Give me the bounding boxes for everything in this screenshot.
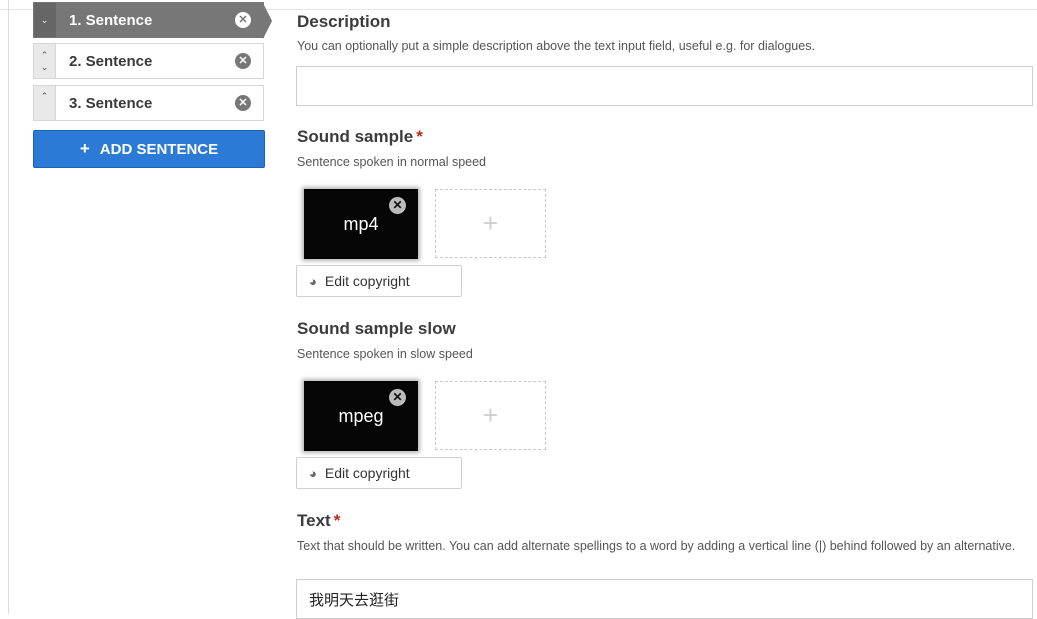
plus-icon: + [482,208,499,238]
move-buttons[interactable]: ⌃ ⌄ [34,44,56,78]
sentence-item-2[interactable]: ⌃ ⌄ 2. Sentence ✕ [33,43,264,79]
add-sentence-label: ADD SENTENCE [99,140,219,158]
sentence-label: 1. Sentence [69,11,153,29]
required-marker: * [416,127,423,146]
close-circle-icon[interactable]: ✕ [235,95,251,111]
sentence-item-1[interactable]: ⌄ 1. Sentence ✕ [33,2,272,39]
chevron-down-icon[interactable]: ⌄ [41,61,49,73]
add-file-button[interactable]: + [435,381,546,450]
sound-sample-title: Sound sample * [297,127,423,146]
left-divider [8,0,9,614]
chevron-up-icon[interactable]: ⌃ [41,49,49,61]
copyright-icon: ◕ [309,465,317,481]
text-help: Text that should be written. You can add… [297,539,1016,553]
description-help: You can optionally put a simple descript… [297,39,815,53]
sentence-item-3[interactable]: ⌃ 3. Sentence ✕ [33,85,264,121]
plus-icon: + [482,400,499,430]
edit-copyright-button[interactable]: ◕ Edit copyright [296,265,462,297]
chevron-up-icon[interactable]: ⌃ [41,90,49,102]
close-circle-icon[interactable]: ✕ [389,197,406,214]
description-title: Description [297,12,391,31]
edit-copyright-label: Edit copyright [324,465,410,481]
copyright-icon: ◕ [309,273,317,289]
move-buttons[interactable]: ⌃ [34,86,56,120]
edit-copyright-label: Edit copyright [324,273,410,289]
sound-sample-slow-help: Sentence spoken in slow speed [297,347,473,361]
add-file-button[interactable]: + [435,189,546,258]
file-type-label: mpeg [338,405,384,426]
sound-sample-slow-file[interactable]: ✕ mpeg [304,381,418,451]
close-circle-icon[interactable]: ✕ [235,12,251,28]
chevron-down-icon[interactable]: ⌄ [41,14,49,26]
plus-icon: + [79,139,90,158]
edit-copyright-button[interactable]: ◕ Edit copyright [296,457,462,489]
sentence-label: 3. Sentence [69,94,153,112]
close-circle-icon[interactable]: ✕ [235,53,251,69]
file-type-label: mp4 [343,213,379,234]
text-title: Text * [297,511,341,530]
close-circle-icon[interactable]: ✕ [389,389,406,406]
text-input[interactable]: 我明天去逛街 [296,579,1033,619]
description-input[interactable] [296,66,1033,106]
move-buttons[interactable]: ⌄ [34,3,56,37]
required-marker: * [333,511,341,530]
sentence-label: 2. Sentence [69,52,153,70]
sound-sample-file[interactable]: ✕ mp4 [304,189,418,259]
add-sentence-button[interactable]: + ADD SENTENCE [33,130,265,168]
sound-sample-help: Sentence spoken in normal speed [297,155,487,169]
sound-sample-slow-title: Sound sample slow [297,319,456,338]
